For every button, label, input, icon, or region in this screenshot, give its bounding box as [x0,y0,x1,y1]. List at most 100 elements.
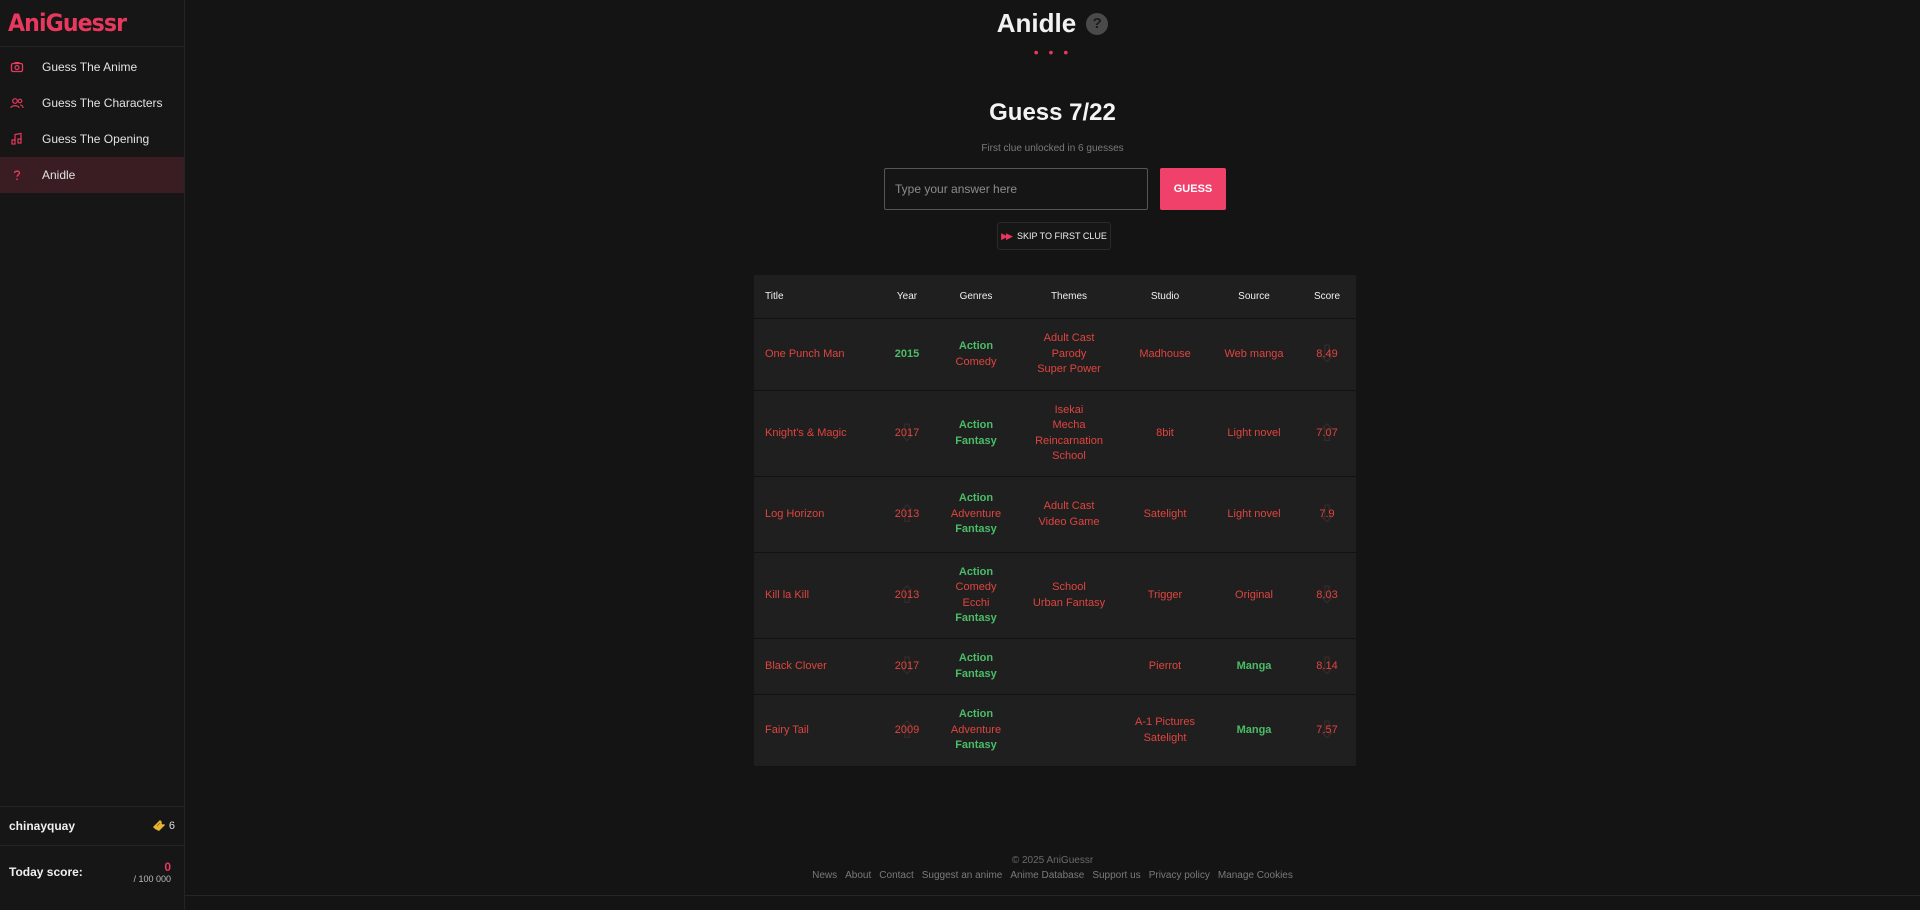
theme-tag: Adult Cast [1043,332,1095,345]
help-icon[interactable]: ? [1086,12,1109,35]
row-studio: Pierrot [1120,659,1210,675]
camera-icon [10,60,24,74]
row-title: One Punch Man [765,347,845,360]
studio-tag: 8bit [1156,426,1174,439]
ticket-count-value: 6 [168,820,175,832]
row-source: Light novel [1227,426,1281,439]
sidebar-item-guess-the-characters[interactable]: Guess The Characters [0,85,184,121]
studio-tag: Satelight [1143,731,1187,744]
footer-link[interactable]: Manage Cookies [1218,870,1293,881]
guess-counter: Guess 7/22 [989,99,1116,126]
genre-tag: Fantasy [955,523,997,536]
users-icon [10,96,24,110]
theme-tag: Reincarnation [1035,434,1103,447]
row-source: Web manga [1224,347,1284,360]
genre-tag: Adventure [950,723,1002,736]
row-title: Black Clover [765,659,827,672]
footer-link[interactable]: Support us [1092,870,1140,881]
row-score-value: 8.14 [1316,659,1338,672]
row-score: ⇩ 7.57 [1298,718,1356,742]
studio-tag: Satelight [1143,507,1187,520]
logo-text: AniGuessr [8,9,127,37]
table-row[interactable]: Knight's & Magic ⇩ 2017 Action Fantasy Isekai… [754,391,1356,477]
table-row[interactable]: Log Horizon ⇧ 2013 Action Adventure Fantasy Ad… [754,477,1356,553]
sidebar-nav: Guess The Anime Guess The Characters Gue… [0,47,184,193]
row-score: ⇩ 8.03 [1298,583,1356,607]
row-themes: Adult Cast Parody Super Power [1018,331,1120,378]
table-row[interactable]: Black Clover ⇩ 2017 Action Fantasy Pierrot Man… [754,639,1356,695]
answer-input[interactable] [884,168,1148,210]
row-year-value: 2017 [894,659,920,672]
genre-tag: Action [958,419,994,431]
page-title-wrap: Anidle ? [996,8,1109,39]
header-year: Year [896,290,918,302]
theme-tag: Urban Fantasy [1032,596,1106,609]
row-score-value: 7.57 [1316,723,1338,736]
sidebar-item-anidle[interactable]: Anidle [0,157,184,193]
skip-button-label: SKIP TO FIRST CLUE [1016,231,1107,241]
row-year: ⇩ 2017 [880,654,934,678]
bottom-divider [185,895,1920,896]
studio-tag: A-1 Pictures [1135,716,1195,728]
row-source: Original [1235,588,1273,601]
sidebar-item-label: Guess The Characters [42,96,163,110]
row-genres: Action Comedy Ecchi Fantasy [934,565,1018,627]
row-title: Knight's & Magic [765,426,847,439]
sidebar-item-label: Guess The Anime [42,60,138,74]
row-source: Manga [1236,659,1272,672]
genre-tag: Fantasy [955,667,997,680]
studio-tag: Trigger [1147,588,1183,601]
fast-forward-icon: ▶▶ [1001,230,1013,241]
today-score-value-wrap: 0 / 100 000 [133,860,171,884]
sidebar-item-guess-the-opening[interactable]: Guess The Opening [0,121,184,157]
row-studio: 8bit [1120,426,1210,442]
row-title: Fairy Tail [765,723,809,736]
page-title: Anidle [996,8,1077,38]
question-icon [10,168,24,182]
row-themes: Isekai Mecha Reincarnation School [1018,403,1120,465]
row-year-value: 2009 [894,723,920,736]
sidebar-item-label: Anidle [42,168,76,182]
footer-link[interactable]: About [845,870,871,881]
clue-note: First clue unlocked in 6 guesses [981,143,1124,154]
genre-tag: Action [958,565,994,578]
user-row[interactable]: chinayquay 6 [0,806,184,846]
skip-to-first-clue-button[interactable]: ▶▶ SKIP TO FIRST CLUE [997,222,1111,250]
sidebar-item-guess-the-anime[interactable]: Guess The Anime [0,49,184,85]
table-row[interactable]: Kill la Kill ⇧ 2013 Action Comedy Ecchi Fantas… [754,553,1356,639]
today-score-max: / 100 000 [133,874,171,884]
footer-link[interactable]: Anime Database [1010,870,1084,881]
logo[interactable]: AniGuessr [0,0,184,47]
ticket-count: 6 [152,819,175,834]
table-row[interactable]: Fairy Tail ⇧ 2009 Action Adventure Fantasy A-1… [754,695,1356,767]
genre-tag: Comedy [955,581,997,593]
today-score: Today score: 0 / 100 000 [0,847,184,897]
studio-tag: Madhouse [1139,347,1191,360]
header-themes: Themes [1050,290,1088,302]
row-genres: Action Comedy [934,339,1018,370]
guess-button[interactable]: GUESS [1160,168,1226,210]
theme-tag: School [1052,581,1086,593]
genre-tag: Action [958,652,994,664]
genre-tag: Action [958,340,994,352]
row-studio: Satelight [1120,507,1210,523]
genre-tag: Action [958,708,994,721]
header-title: Title [765,290,784,302]
music-icon [10,132,24,146]
header-genres: Genres [959,290,993,302]
row-genres: Action Adventure Fantasy [934,707,1018,754]
table-row[interactable]: One Punch Man 2015 Action Comedy Adult Cast P… [754,319,1356,391]
footer-link[interactable]: News [812,870,837,881]
footer-link[interactable]: Privacy policy [1149,870,1210,881]
main-content: Anidle ? • • • Guess 7/22 First clue unl… [185,0,1920,910]
studio-tag: Pierrot [1148,659,1182,672]
footer-link[interactable]: Suggest an anime [922,870,1003,881]
row-year: ⇩ 2017 [880,421,934,445]
row-title: Kill la Kill [765,588,810,601]
footer-link[interactable]: Contact [879,870,913,881]
row-year: ⇧ 2009 [880,718,934,742]
row-year-value: 2013 [894,588,920,601]
theme-tag: Video Game [1038,515,1100,528]
row-themes: School Urban Fantasy [1018,580,1120,611]
genre-tag: Action [958,492,994,505]
